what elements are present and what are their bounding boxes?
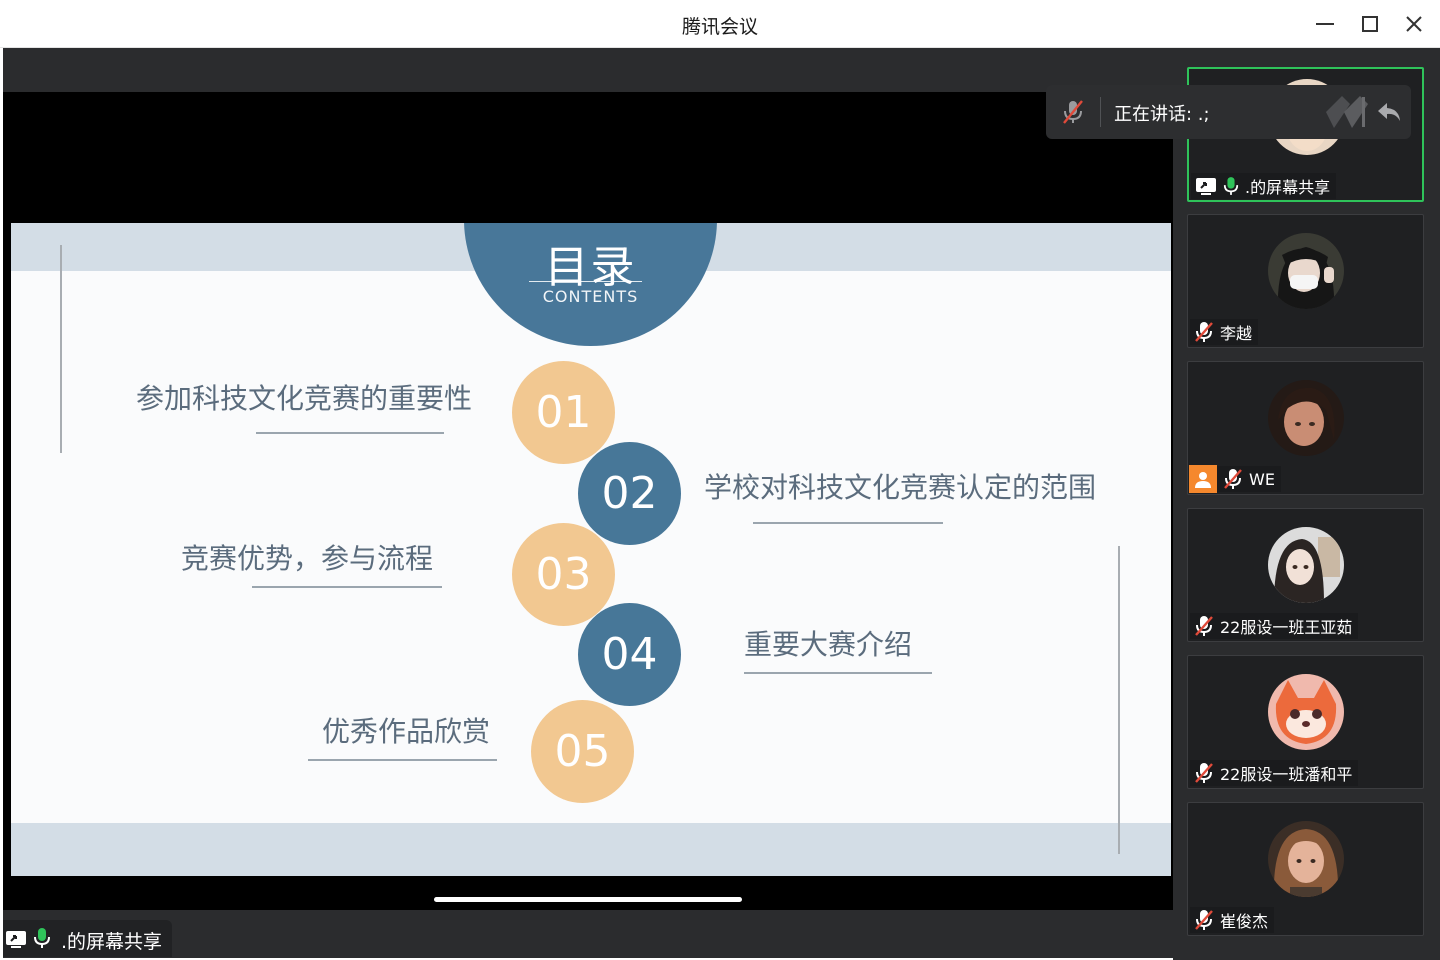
mic-muted-icon (1224, 469, 1242, 489)
mic-on-icon (34, 928, 50, 948)
participant-tile[interactable]: 22服设一班王亚茹 (1187, 508, 1424, 642)
participant-tile[interactable]: 李越 (1187, 214, 1424, 348)
speaking-indicator: 正在讲话: .; (1046, 85, 1411, 139)
avatar-girl-mask (1268, 233, 1344, 309)
participant-name-bar: 李越 (1190, 319, 1259, 345)
slide-right-rule (1118, 546, 1120, 854)
item-number-01: 01 (512, 361, 615, 464)
window-title: 腾讯会议 (681, 16, 758, 38)
maximize-button[interactable] (1355, 10, 1385, 38)
host-badge-icon (1189, 465, 1217, 493)
main-share-label-text: .的屏幕共享 (61, 931, 163, 953)
mic-muted-icon (1195, 322, 1213, 342)
item-text-03: 竞赛优势，参与流程 (181, 542, 434, 575)
item-text-05: 优秀作品欣赏 (322, 715, 491, 748)
mic-on-icon (1223, 177, 1239, 195)
window-titlebar: 腾讯会议 (0, 0, 1440, 48)
item-number-02: 02 (578, 442, 681, 545)
item-underline-05 (308, 759, 497, 761)
main-share-label: .的屏幕共享 (3, 920, 172, 957)
participant-sidebar: .的屏幕共享 李越 WE 22服设一班王亚茹 22服设一班潘和平 崔俊杰 (1173, 48, 1440, 960)
avatar-girl-photo (1268, 527, 1344, 603)
participant-tile[interactable]: WE (1187, 361, 1424, 495)
participant-tile[interactable]: 崔俊杰 (1187, 802, 1424, 936)
item-number-05: 05 (531, 700, 634, 803)
participant-tile[interactable]: 22服设一班潘和平 (1187, 655, 1424, 789)
participant-name: WE (1249, 469, 1275, 489)
item-underline-02 (753, 522, 943, 524)
shared-screen-area[interactable]: 目录 CONTENTS 01 02 03 04 05 参加科技文化竞赛的重要性 … (3, 48, 1173, 958)
participant-name: .的屏幕共享 (1245, 178, 1331, 197)
avatar-girl-brown (1268, 821, 1344, 897)
minimize-button[interactable] (1310, 10, 1340, 38)
reply-arrow-icon[interactable] (1376, 99, 1402, 125)
screen-share-scroll-indicator[interactable] (434, 897, 742, 902)
participant-name: 崔俊杰 (1220, 912, 1269, 931)
slide-bottom-band (11, 823, 1171, 876)
close-button[interactable] (1399, 10, 1429, 38)
speaking-text: 正在讲话: .; (1114, 104, 1210, 125)
screen-share-icon (6, 931, 26, 948)
slide-title: 目录 (544, 242, 637, 293)
slide-left-rule (60, 245, 62, 453)
item-number-03: 03 (512, 523, 615, 626)
participant-name-bar: .的屏幕共享 (1191, 173, 1337, 199)
item-number-04: 04 (578, 603, 681, 706)
speaking-wave-icon (1326, 96, 1368, 128)
mic-muted-icon (1195, 910, 1213, 930)
mic-muted-icon (1195, 616, 1213, 636)
participant-name: 22服设一班王亚茹 (1220, 618, 1353, 637)
item-underline-01 (256, 432, 444, 434)
participant-name-bar: 22服设一班潘和平 (1190, 760, 1359, 786)
participant-name-bar: 22服设一班王亚茹 (1190, 613, 1359, 639)
mic-muted-icon (1063, 100, 1083, 124)
item-text-04: 重要大赛介绍 (744, 628, 913, 661)
participant-name: 李越 (1220, 324, 1253, 343)
item-underline-03 (252, 586, 442, 588)
item-text-01: 参加科技文化竞赛的重要性 (136, 382, 473, 415)
presentation-slide: 目录 CONTENTS 01 02 03 04 05 参加科技文化竞赛的重要性 … (11, 223, 1171, 876)
screen-share-icon (1196, 178, 1216, 195)
slide-subtitle: CONTENTS (542, 287, 639, 306)
avatar-girl-dark-hair (1268, 380, 1344, 456)
speaking-divider (1100, 97, 1101, 127)
item-underline-04 (744, 672, 932, 674)
participant-name-bar: 崔俊杰 (1190, 907, 1275, 933)
participant-name-bar: WE (1189, 465, 1281, 493)
participant-name: 22服设一班潘和平 (1220, 765, 1353, 784)
avatar-cartoon-fox (1268, 674, 1344, 750)
item-text-02: 学校对科技文化竞赛认定的范围 (704, 471, 1097, 504)
mic-muted-icon (1195, 763, 1213, 783)
slide-title-divider (529, 281, 642, 282)
